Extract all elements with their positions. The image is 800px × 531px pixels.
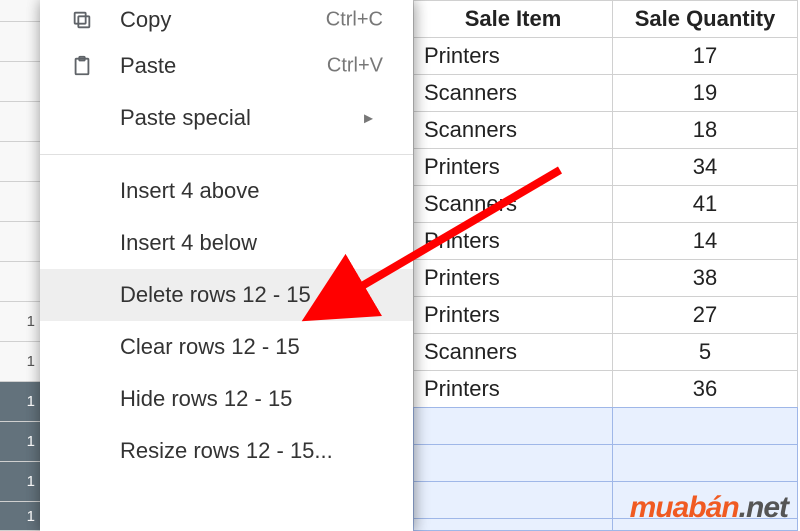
row-header-selected[interactable]: 1: [0, 502, 42, 531]
menu-item-label: Insert 4 above: [120, 178, 259, 204]
table-cell[interactable]: 5: [612, 333, 798, 371]
table-cell[interactable]: 41: [612, 185, 798, 223]
row-header[interactable]: 1: [0, 302, 42, 342]
row-header[interactable]: [0, 102, 42, 142]
menu-item-resize-rows[interactable]: Resize rows 12 - 15...: [40, 425, 413, 477]
spreadsheet: Sale Item Sale Quantity Printers 17 Scan…: [413, 0, 800, 531]
row-header-selected[interactable]: 1: [0, 462, 42, 502]
menu-item-delete-rows[interactable]: Delete rows 12 - 15: [40, 269, 413, 321]
column-header-sale-quantity[interactable]: Sale Quantity: [612, 0, 798, 38]
table-cell[interactable]: Scanners: [413, 333, 613, 371]
menu-item-label: Copy: [120, 7, 171, 33]
menu-shortcut: Ctrl+C: [326, 9, 383, 32]
row-header[interactable]: [0, 0, 42, 22]
submenu-arrow-icon: ▸: [364, 108, 373, 129]
menu-item-copy[interactable]: Copy Ctrl+C: [40, 0, 413, 40]
table-cell[interactable]: Scanners: [413, 111, 613, 149]
table-cell[interactable]: 27: [612, 296, 798, 334]
table-cell[interactable]: Printers: [413, 222, 613, 260]
menu-item-label: Insert 4 below: [120, 230, 257, 256]
empty-cell-selected[interactable]: [413, 444, 613, 482]
row-header[interactable]: [0, 222, 42, 262]
menu-shortcut: Ctrl+V: [327, 55, 383, 78]
row-header[interactable]: [0, 142, 42, 182]
menu-item-paste[interactable]: Paste Ctrl+V: [40, 40, 413, 92]
row-header-selected[interactable]: 1: [0, 382, 42, 422]
table-cell[interactable]: 34: [612, 148, 798, 186]
menu-item-label: Paste special: [120, 105, 251, 131]
table-cell[interactable]: 19: [612, 74, 798, 112]
table-cell[interactable]: 17: [612, 37, 798, 75]
table-cell[interactable]: 18: [612, 111, 798, 149]
row-header[interactable]: [0, 22, 42, 62]
row-header[interactable]: [0, 182, 42, 222]
column-header-sale-item[interactable]: Sale Item: [413, 0, 613, 38]
empty-cell-selected[interactable]: [612, 407, 798, 445]
row-header[interactable]: [0, 262, 42, 302]
menu-item-insert-below[interactable]: Insert 4 below: [40, 217, 413, 269]
copy-icon: [68, 6, 96, 34]
table-cell[interactable]: Printers: [413, 148, 613, 186]
watermark-main: muabán: [630, 491, 739, 524]
row-header[interactable]: 1: [0, 342, 42, 382]
context-menu: Copy Ctrl+C Paste Ctrl+V Paste special ▸…: [40, 0, 413, 531]
empty-cell-selected[interactable]: [413, 518, 613, 531]
table-cell[interactable]: Printers: [413, 296, 613, 334]
watermark: muabán.net: [630, 491, 788, 525]
row-header[interactable]: [0, 62, 42, 102]
row-header-strip: 1 1 1 1 1 1: [0, 0, 42, 531]
table-cell[interactable]: Scanners: [413, 74, 613, 112]
table-cell[interactable]: 36: [612, 370, 798, 408]
menu-item-label: Clear rows 12 - 15: [120, 334, 300, 360]
empty-cell-selected[interactable]: [413, 407, 613, 445]
table-cell[interactable]: Printers: [413, 370, 613, 408]
menu-item-label: Hide rows 12 - 15: [120, 386, 292, 412]
row-header-selected[interactable]: 1: [0, 422, 42, 462]
menu-item-label: Paste: [120, 53, 176, 79]
paste-icon: [68, 52, 96, 80]
table-cell[interactable]: 14: [612, 222, 798, 260]
watermark-net: .net: [739, 491, 788, 524]
empty-cell-selected[interactable]: [612, 444, 798, 482]
menu-item-paste-special[interactable]: Paste special ▸: [40, 92, 413, 144]
table-cell[interactable]: Printers: [413, 37, 613, 75]
menu-separator: [40, 154, 413, 155]
menu-item-hide-rows[interactable]: Hide rows 12 - 15: [40, 373, 413, 425]
menu-item-clear-rows[interactable]: Clear rows 12 - 15: [40, 321, 413, 373]
menu-item-label: Resize rows 12 - 15...: [120, 438, 333, 464]
empty-cell-selected[interactable]: [413, 481, 613, 519]
menu-item-insert-above[interactable]: Insert 4 above: [40, 165, 413, 217]
table-cell[interactable]: 38: [612, 259, 798, 297]
menu-item-label: Delete rows 12 - 15: [120, 282, 311, 308]
table-cell[interactable]: Scanners: [413, 185, 613, 223]
table-cell[interactable]: Printers: [413, 259, 613, 297]
